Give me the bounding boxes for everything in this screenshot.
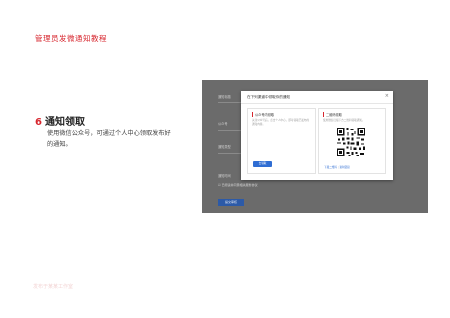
- qr-code-icon: [336, 127, 366, 157]
- agree-checkbox[interactable]: ☑ 已阅读并同意相关服务协议: [218, 183, 258, 187]
- option-description: 关注公众号后，点击个人中心，即可领取已发布的通知内容。: [252, 119, 310, 126]
- bg-field-label: 通知时间: [218, 174, 231, 178]
- step-title: 通知领取: [44, 117, 85, 128]
- step-number: 6: [35, 117, 42, 128]
- qr-links: 下载二维码 | 复制链接: [324, 165, 350, 169]
- footer-note: 发布于某某工作室: [33, 284, 74, 290]
- official-account-option: 公众号内领取 关注公众号后，点击个人中心，即可领取已发布的通知内容。 去领取: [247, 108, 316, 174]
- download-qr-link[interactable]: 下载二维码: [324, 166, 337, 169]
- option-title: 公众号内领取: [252, 112, 274, 117]
- bg-divider: [218, 153, 242, 154]
- bg-field-label: 公众号: [218, 122, 228, 126]
- copy-link[interactable]: 复制链接: [340, 166, 350, 169]
- step-heading: 6 通知领取: [35, 113, 85, 128]
- bg-field-label: 通知标题: [218, 95, 231, 99]
- ui-screenshot: 通知标题 公众号 通知类型 通知时间 ☑ 已阅读并同意相关服务协议 提交审核 在…: [202, 80, 428, 213]
- step-description: 使用微信公众号，可通过个人中心领取发布好的通知。: [47, 130, 171, 148]
- option-title: 二维码领取: [323, 112, 342, 117]
- bg-field-label: 通知类型: [218, 145, 231, 149]
- close-icon[interactable]: ×: [385, 93, 389, 99]
- qr-code-option: 二维码领取 使用微信扫描下方二维码领取通知。 下载二维码 | 复制链接: [318, 108, 386, 174]
- receive-dialog: 在下列渠道中领取你的通知 × 公众号内领取 关注公众号后，点击个人中心，即可领取…: [241, 91, 393, 180]
- dialog-title: 在下列渠道中领取你的通知: [247, 95, 291, 99]
- page-title: 管理员发微通知教程: [35, 34, 107, 43]
- dialog-divider: [241, 103, 393, 104]
- receive-button[interactable]: 去领取: [253, 161, 272, 167]
- submit-button[interactable]: 提交审核: [218, 199, 244, 206]
- option-description: 使用微信扫描下方二维码领取通知。: [323, 119, 365, 122]
